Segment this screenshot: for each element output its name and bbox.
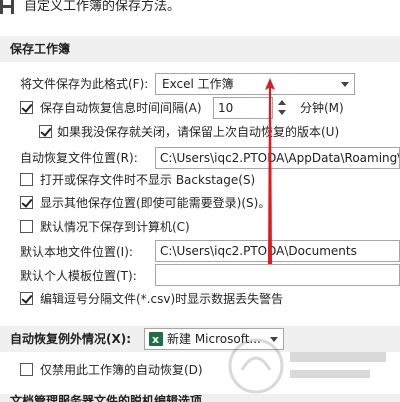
disable-autorecover-label: 仅禁用此工作簿的自动恢复(D) [40,363,203,377]
no-backstage-label: 打开或保存文件时不显示 Backstage(S) [40,173,256,187]
top-strip: 自定义工作簿的保存方法。 [0,0,400,30]
keep-last-version-checkbox[interactable] [39,125,52,138]
keep-last-version-label: 如果我没保存就关闭，请保留上次自动恢复的版本(U) [57,125,340,139]
disable-autorecover-checkbox[interactable] [20,363,33,376]
default-computer-checkbox[interactable] [20,220,33,233]
watermark-logo-icon [228,338,386,394]
default-local-location-value: C:\Users\iqc2.PTODA\Documents [160,244,357,258]
autorecover-checkbox[interactable] [20,101,33,114]
save-floppy-icon [0,0,14,14]
default-computer-label: 默认情况下保存到计算机(C) [40,220,190,234]
autorecover-location-value: C:\Users\iqc2.PTODA\AppData\Roaming\M [160,151,400,165]
csv-warning-checkbox[interactable] [20,292,33,305]
default-local-location-label: 默认本地文件位置(I): [20,245,133,259]
csv-warning-label: 编辑逗号分隔文件(*.csv)时显示数据丢失警告 [40,292,284,306]
save-format-dropdown[interactable]: Excel 工作簿 [155,73,355,95]
show-other-locations-checkbox[interactable] [20,196,33,209]
minutes-label: 分钟(M) [300,101,344,115]
annotation-arrow-icon [265,78,275,264]
chevron-down-icon [341,82,349,87]
options-description: 自定义工作簿的保存方法。 [24,0,181,14]
default-template-location-input[interactable] [155,264,400,286]
autorecover-location-label: 自动恢复文件位置(R): [20,151,138,165]
excel-workbook-icon [149,330,163,349]
save-format-label: 将文件保存为此格式(F): [20,77,149,91]
show-other-locations-label: 显示其他保存位置(即使可能需要登录)(S)。 [40,196,271,210]
offline-editing-title: 文档管理服务器文件的脱机编辑选项 [10,394,203,402]
autorecover-minutes-value: 10 [218,101,234,115]
no-backstage-checkbox[interactable] [20,173,33,186]
spin-down-icon[interactable] [278,110,286,115]
autorecover-interval-label: 保存自动恢复信息时间间隔(A) [40,101,202,115]
save-format-value: Excel 工作簿 [162,77,234,91]
autorecover-exceptions-title: 自动恢复例外情况(X): [10,332,132,346]
spin-up-icon[interactable] [278,100,286,105]
default-template-location-label: 默认个人模板位置(T): [20,269,137,283]
section-header-save-workbooks: 保存工作簿 [0,36,400,62]
